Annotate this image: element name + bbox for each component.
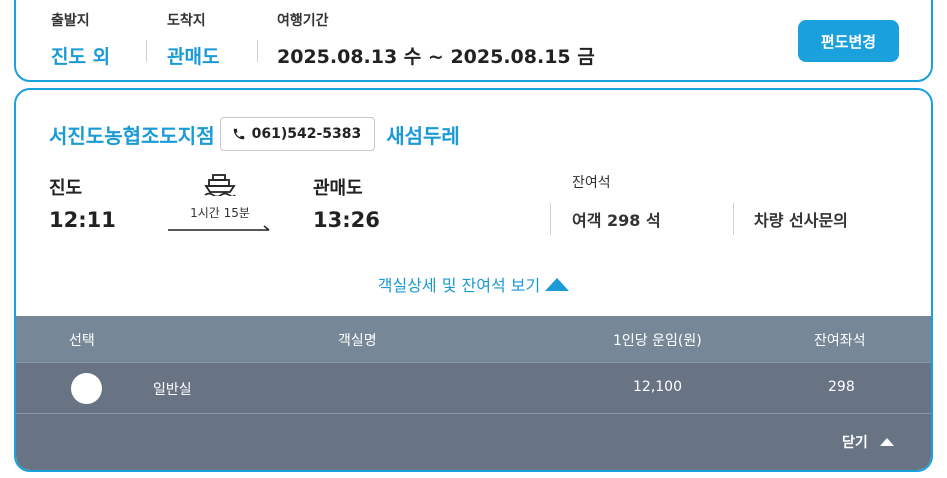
phone-number: 061)542-5383	[251, 126, 362, 142]
travel-duration: 1시간 15분	[190, 206, 250, 220]
triangle-up-icon	[545, 277, 570, 291]
divider	[733, 203, 734, 235]
period-label: 여행기간	[277, 13, 329, 29]
phone-icon	[232, 127, 246, 141]
header-select: 선택	[69, 333, 95, 349]
change-one-way-button[interactable]: 편도변경	[798, 20, 899, 62]
divider	[257, 40, 258, 62]
departure-label: 출발지	[51, 13, 90, 29]
from-port: 진도	[49, 178, 83, 199]
operator-name: 서진도농협조도지점	[49, 123, 215, 148]
phone-button[interactable]: 061)542-5383	[219, 117, 376, 151]
period-section: 여행기간 2025.08.13 수 ~ 2025.08.15 금	[277, 10, 595, 69]
ship-icon	[204, 174, 236, 196]
departure-value: 진도 외	[51, 46, 111, 68]
header-fare: 1인당 운임(원)	[613, 333, 702, 349]
to-port: 관매도	[313, 178, 363, 199]
passenger-seats: 여객 298 석	[572, 211, 661, 230]
voyage-header: 서진도농협조도지점 061)542-5383 새섬두레	[49, 117, 460, 151]
divider	[550, 203, 551, 235]
arrow-right-icon	[168, 225, 270, 231]
close-label: 닫기	[842, 435, 868, 451]
remaining-seats-label: 잔여석	[572, 175, 611, 191]
cabin-table: 선택 객실명 1인당 운임(원) 잔여좌석 일반실 12,100 298 닫기	[16, 316, 931, 470]
triangle-up-icon	[879, 438, 894, 446]
voyage-card: 서진도농협조도지점 061)542-5383 새섬두레 진도 12:11 1시간…	[14, 88, 933, 472]
divider	[146, 40, 147, 62]
trip-summary-card: 출발지 진도 외 도착지 관매도 여행기간 2025.08.13 수 ~ 202…	[14, 0, 933, 82]
departure-section: 출발지 진도 외	[51, 10, 110, 69]
vehicle-seats: 차량 선사문의	[754, 211, 848, 230]
period-value: 2025.08.13 수 ~ 2025.08.15 금	[277, 46, 595, 68]
cabin-details-toggle[interactable]: 객실상세 및 잔여석 보기	[16, 272, 931, 296]
cabin-details-toggle-label: 객실상세 및 잔여석 보기	[377, 276, 541, 295]
to-time: 13:26	[313, 208, 380, 232]
cabin-name: 일반실	[153, 382, 192, 398]
cabin-fare: 12,100	[633, 379, 682, 395]
from-time: 12:11	[49, 208, 116, 232]
header-cabin-name: 객실명	[338, 333, 377, 349]
close-button[interactable]: 닫기	[842, 432, 894, 452]
arrival-label: 도착지	[167, 13, 206, 29]
cabin-table-header: 선택 객실명 1인당 운임(원) 잔여좌석	[16, 316, 931, 362]
arrival-value: 관매도	[167, 46, 220, 68]
cabin-remaining: 298	[828, 379, 855, 395]
ship-name: 새섬두레	[386, 123, 460, 148]
cabin-select-radio[interactable]	[71, 373, 102, 404]
arrival-section: 도착지 관매도	[167, 10, 219, 69]
header-remaining-seats: 잔여좌석	[814, 333, 866, 349]
table-row[interactable]: 일반실 12,100 298	[16, 362, 931, 414]
